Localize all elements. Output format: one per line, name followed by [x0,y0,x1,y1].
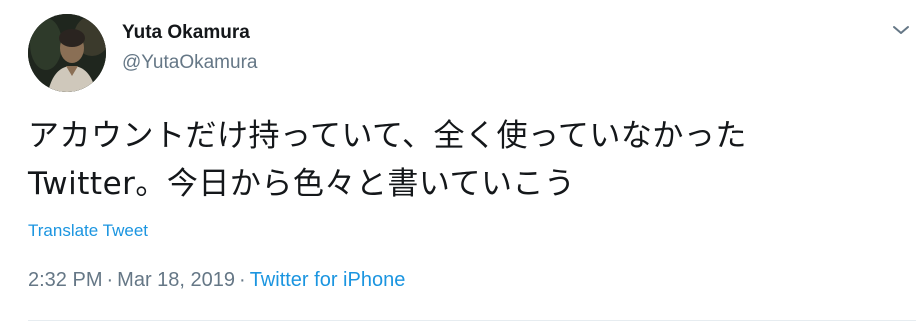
separator: · [239,269,246,291]
tweet-source-link[interactable]: Twitter for iPhone [250,269,406,291]
tweet-metadata: 2:32 PM · Mar 18, 2019 · Twitter for iPhone [28,269,405,292]
tweet-card: Yuta Okamura @YutaOkamura アカウントだけ持っていて、全… [0,0,916,324]
tweet-text: アカウントだけ持っていて、全く使っていなかった Twitter。今日から色々と書… [28,118,747,202]
translate-tweet-link[interactable]: Translate Tweet [28,221,148,241]
avatar-photo [28,14,106,92]
tweet-date[interactable]: Mar 18, 2019 [117,269,235,291]
user-display-name[interactable]: Yuta Okamura [122,22,250,44]
user-handle[interactable]: @YutaOkamura [122,52,257,74]
separator: · [106,269,114,291]
avatar[interactable] [28,14,106,92]
chevron-down-icon[interactable] [889,18,913,42]
tweet-time[interactable]: 2:32 PM [28,269,102,291]
divider [28,320,916,321]
